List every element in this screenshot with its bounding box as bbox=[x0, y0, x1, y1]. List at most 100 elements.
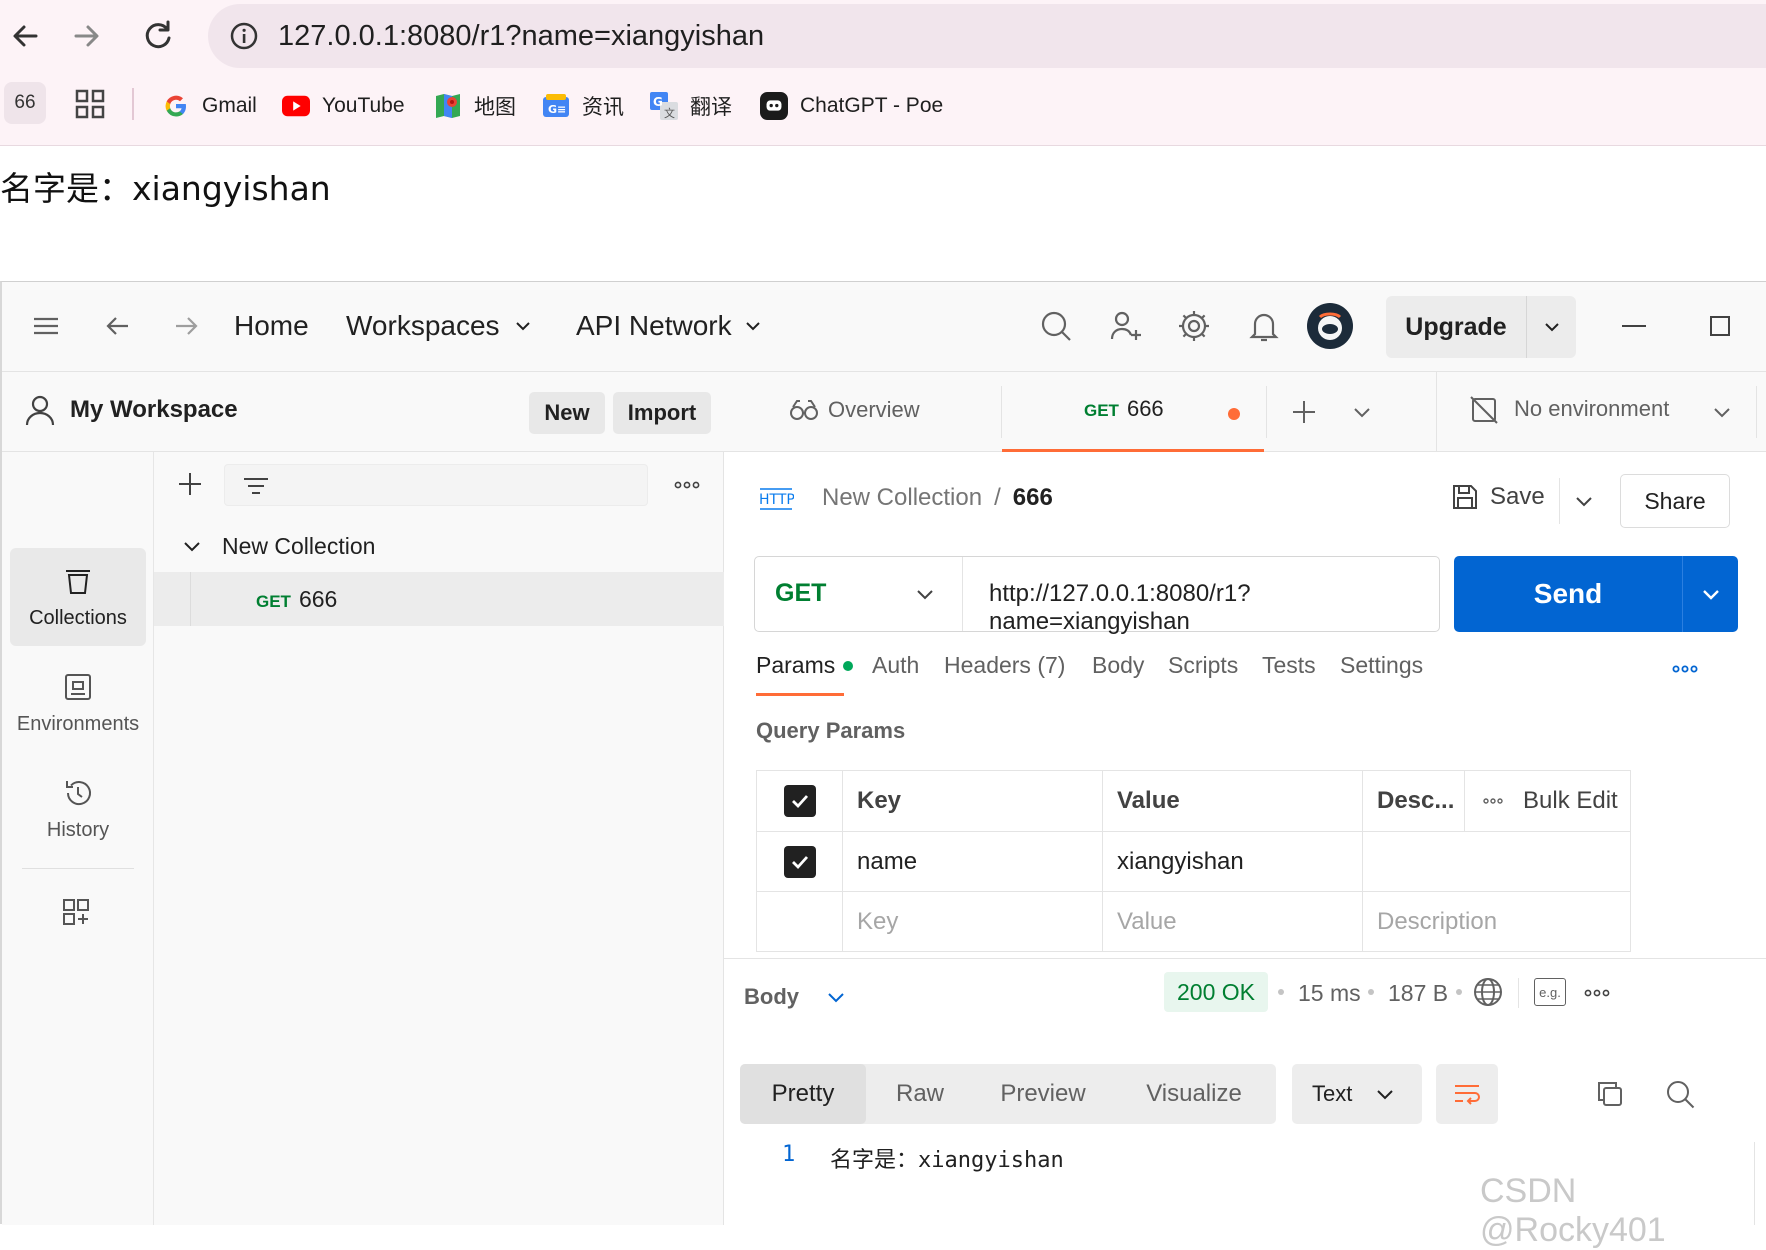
chevron-down-icon[interactable] bbox=[1710, 400, 1734, 424]
environment-select[interactable]: No environment bbox=[1514, 396, 1669, 422]
view-tab-pretty[interactable]: Pretty bbox=[740, 1064, 866, 1124]
add-icon[interactable] bbox=[174, 468, 206, 500]
bookmark-youtube[interactable]: YouTube bbox=[282, 88, 405, 124]
menu-icon[interactable] bbox=[28, 308, 64, 344]
invite-user-icon[interactable] bbox=[1108, 308, 1144, 344]
view-tab-raw[interactable]: Raw bbox=[866, 1064, 974, 1124]
subtab-auth[interactable]: Auth bbox=[872, 652, 919, 679]
sidebar-item-environments[interactable]: Environments bbox=[10, 654, 146, 752]
workspaces-label: Workspaces bbox=[346, 310, 500, 341]
collections-search-filter[interactable] bbox=[224, 464, 648, 506]
param-key-cell[interactable]: name bbox=[842, 831, 1103, 892]
save-dropdown-icon[interactable] bbox=[1572, 489, 1596, 513]
response-size[interactable]: 187 B bbox=[1388, 980, 1448, 1007]
share-button[interactable]: Share bbox=[1620, 474, 1730, 528]
row-checkbox[interactable] bbox=[783, 845, 816, 878]
request-row[interactable]: GET 666 bbox=[154, 572, 724, 626]
wrap-lines-button[interactable] bbox=[1436, 1064, 1498, 1124]
url-text[interactable]: 127.0.0.1:8080/r1?name=xiangyishan bbox=[278, 20, 764, 53]
sidebar-item-history[interactable]: History bbox=[10, 760, 146, 858]
back-arrow-icon[interactable] bbox=[100, 308, 136, 344]
sidebar-item-collections[interactable]: Collections bbox=[10, 548, 146, 646]
param-description-cell[interactable] bbox=[1362, 831, 1631, 892]
save-button[interactable]: Save bbox=[1450, 482, 1545, 512]
workspace-title: My Workspace bbox=[70, 396, 238, 423]
response-body-dropdown[interactable]: Body bbox=[744, 984, 847, 1010]
user-icon bbox=[22, 392, 58, 428]
bulk-edit-link[interactable]: Bulk Edit bbox=[1505, 787, 1618, 815]
forward-arrow-icon[interactable] bbox=[168, 308, 204, 344]
subtab-tests[interactable]: Tests bbox=[1262, 652, 1316, 679]
select-all-checkbox[interactable] bbox=[783, 785, 816, 817]
api-network-menu[interactable]: API Network bbox=[576, 310, 762, 342]
subtab-settings[interactable]: Settings bbox=[1340, 652, 1423, 679]
reload-icon[interactable] bbox=[136, 14, 180, 58]
search-icon[interactable] bbox=[1038, 308, 1074, 344]
format-label: Text bbox=[1312, 1081, 1353, 1106]
breadcrumb-collection[interactable]: New Collection bbox=[822, 484, 982, 512]
search-response-icon[interactable] bbox=[1664, 1078, 1696, 1110]
subtab-scripts[interactable]: Scripts bbox=[1168, 652, 1238, 679]
breadcrumb-request[interactable]: 666 bbox=[1013, 484, 1053, 512]
response-time[interactable]: 15 ms bbox=[1298, 980, 1361, 1007]
notifications-bell-icon[interactable] bbox=[1246, 308, 1282, 344]
new-description-input[interactable]: Description bbox=[1362, 891, 1631, 952]
upgrade-dropdown[interactable] bbox=[1527, 296, 1576, 358]
subtab-body[interactable]: Body bbox=[1092, 652, 1144, 679]
bookmark-maps[interactable]: 地图 bbox=[434, 88, 516, 124]
site-info-icon[interactable] bbox=[228, 20, 260, 52]
chevron-down-icon bbox=[828, 993, 844, 1003]
apps-grid-icon[interactable] bbox=[74, 88, 106, 120]
column-options-icon[interactable] bbox=[1465, 789, 1505, 813]
chevron-down-icon bbox=[1702, 590, 1719, 600]
tab-overview[interactable]: Overview bbox=[788, 396, 920, 424]
bookmark-poe[interactable]: ChatGPT - Poe bbox=[760, 88, 943, 124]
network-globe-icon[interactable] bbox=[1472, 976, 1504, 1008]
bookmark-translate[interactable]: G文 翻译 bbox=[650, 88, 732, 124]
back-icon[interactable] bbox=[4, 14, 48, 58]
home-link[interactable]: Home bbox=[234, 310, 309, 342]
maximize-icon[interactable] bbox=[1702, 308, 1738, 344]
view-tab-visualize[interactable]: Visualize bbox=[1112, 1064, 1276, 1124]
avatar[interactable] bbox=[1306, 302, 1354, 350]
bookmark-gmail[interactable]: Gmail bbox=[162, 88, 257, 124]
response-more-icon[interactable] bbox=[1582, 978, 1612, 1008]
more-subtabs-icon[interactable] bbox=[1670, 654, 1700, 684]
bookmark-news[interactable]: G≡ 资讯 bbox=[542, 88, 624, 124]
tab-count-badge[interactable]: 66 bbox=[4, 82, 46, 124]
method-select[interactable]: GET bbox=[755, 557, 963, 631]
new-tab-icon[interactable] bbox=[1288, 396, 1320, 428]
param-value-cell[interactable]: xiangyishan bbox=[1102, 831, 1363, 892]
more-options-icon[interactable] bbox=[672, 470, 702, 500]
forward-icon[interactable] bbox=[64, 14, 108, 58]
copy-icon[interactable] bbox=[1594, 1078, 1626, 1110]
send-dropdown[interactable] bbox=[1683, 556, 1738, 632]
settings-gear-icon[interactable] bbox=[1176, 308, 1212, 344]
url-input[interactable]: http://127.0.0.1:8080/r1?name=xiangyisha… bbox=[989, 580, 1439, 636]
minimize-icon[interactable] bbox=[1616, 308, 1652, 344]
configure-workbench-icon[interactable] bbox=[60, 896, 92, 928]
response-line-content: 名字是：xiangyishan bbox=[830, 1148, 1064, 1173]
format-select[interactable]: Text bbox=[1292, 1064, 1422, 1124]
chevron-down-icon bbox=[745, 322, 760, 331]
collection-row[interactable]: New Collection bbox=[154, 520, 724, 572]
subtab-headers[interactable]: Headers (7) bbox=[944, 652, 1065, 679]
workspace-header: My Workspace New Import bbox=[2, 372, 724, 452]
new-value-input[interactable]: Value bbox=[1102, 891, 1363, 952]
send-button[interactable]: Send bbox=[1454, 556, 1682, 632]
chevron-down-icon bbox=[913, 582, 937, 606]
subtab-label: Params bbox=[756, 652, 836, 678]
upgrade-button[interactable]: Upgrade bbox=[1386, 296, 1526, 358]
address-bar[interactable]: 127.0.0.1:8080/r1?name=xiangyishan bbox=[208, 4, 1766, 68]
new-button[interactable]: New bbox=[529, 392, 605, 434]
subtab-params[interactable]: Params bbox=[756, 652, 854, 679]
news-icon: G≡ bbox=[542, 92, 570, 120]
tab-request-666[interactable]: GET 666 bbox=[1002, 372, 1264, 452]
import-button[interactable]: Import bbox=[613, 392, 711, 434]
view-tab-preview[interactable]: Preview bbox=[974, 1064, 1112, 1124]
tabs-dropdown-icon[interactable] bbox=[1350, 400, 1374, 424]
workspaces-menu[interactable]: Workspaces bbox=[346, 310, 532, 342]
new-key-input[interactable]: Key bbox=[842, 891, 1103, 952]
status-badge[interactable]: 200 OK bbox=[1164, 972, 1268, 1012]
save-example-button[interactable]: e.g. bbox=[1534, 978, 1566, 1006]
